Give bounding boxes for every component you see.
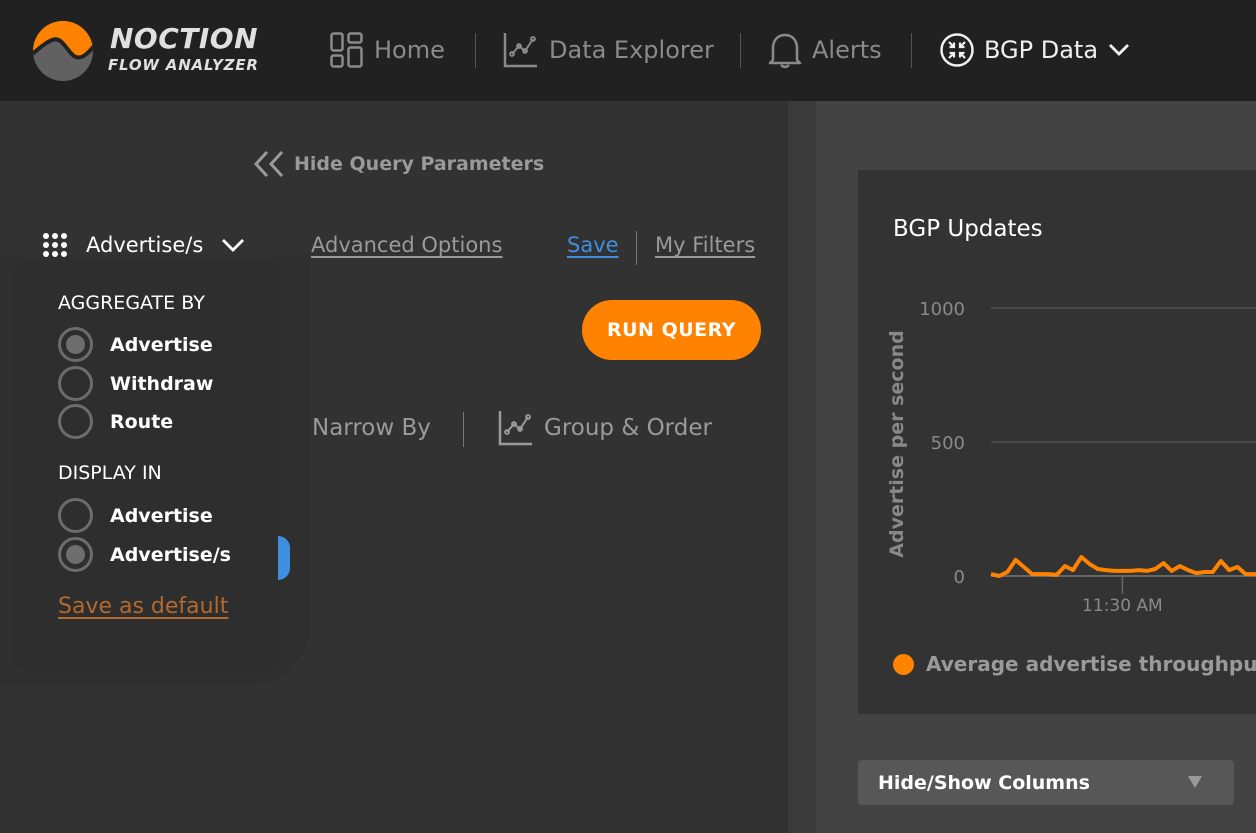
group-order-tab[interactable]: Group & Order	[498, 410, 712, 446]
chart-legend[interactable]: Average advertise throughput -	[893, 652, 1256, 676]
group-order-label: Group & Order	[544, 415, 712, 441]
hide-query-label: Hide Query Parameters	[294, 153, 545, 175]
hidden-blue-control[interactable]	[278, 536, 290, 580]
option-label: Advertise	[110, 333, 213, 356]
link-divider	[636, 231, 637, 265]
chevron-down-icon	[222, 239, 245, 252]
tab-divider	[463, 412, 464, 447]
hide-show-columns-dropdown[interactable]: Hide/Show Columns	[858, 760, 1234, 805]
aggregate-option-route[interactable]: Route	[58, 404, 173, 439]
advanced-options-link[interactable]: Advanced Options	[311, 233, 502, 257]
legend-swatch	[893, 653, 914, 675]
nav-alerts[interactable]: Alerts	[768, 28, 882, 72]
panel-edge	[788, 101, 816, 833]
line-chart-icon	[498, 411, 532, 446]
nav-divider	[475, 33, 476, 68]
legend-label: Average advertise throughput -	[926, 652, 1256, 676]
hide-show-columns-label: Hide/Show Columns	[878, 771, 1090, 794]
radio-unselected[interactable]	[58, 498, 93, 533]
brand-name: NOCTION	[110, 22, 259, 55]
bell-icon	[768, 33, 802, 69]
brand-product: FLOW ANALYZER	[108, 56, 259, 74]
aggregate-option-withdraw[interactable]: Withdraw	[58, 366, 213, 401]
radio-selected[interactable]	[58, 327, 93, 362]
noction-logo[interactable]: NOCTION FLOW ANALYZER	[32, 18, 262, 82]
nav-data-explorer[interactable]: Data Explorer	[503, 28, 714, 72]
aggregate-option-advertise[interactable]: Advertise	[58, 327, 213, 362]
logo-icon	[33, 21, 93, 81]
nav-bgp-data[interactable]: BGP Data	[940, 28, 1130, 72]
option-label: Advertise	[110, 504, 213, 527]
my-filters-link[interactable]: My Filters	[655, 233, 755, 257]
display-option-advertise-per-second[interactable]: Advertise/s	[58, 537, 231, 572]
radio-unselected[interactable]	[58, 366, 93, 401]
chevron-down-icon	[1109, 44, 1130, 56]
display-in-heading: DISPLAY IN	[58, 462, 162, 484]
y-axis-label: Advertise per second	[886, 330, 908, 557]
line-chart-icon	[503, 33, 537, 68]
series-line	[990, 555, 1256, 578]
hide-query-parameters-button[interactable]: Hide Query Parameters	[252, 150, 544, 178]
nav-alerts-label: Alerts	[812, 36, 882, 64]
x-tick-label: 11:30 AM	[1082, 596, 1163, 616]
metric-selector[interactable]: Advertise/s	[42, 232, 245, 258]
radio-selected[interactable]	[58, 537, 93, 572]
y-tick-label: 500	[931, 433, 965, 454]
option-label: Withdraw	[110, 372, 214, 395]
triangle-down-icon	[1188, 776, 1202, 788]
top-navigation-bar: NOCTION FLOW ANALYZER Home Data Explorer…	[0, 0, 1256, 101]
narrow-by-label: Narrow By	[312, 415, 431, 441]
bgp-arrows-icon	[940, 33, 974, 67]
nav-divider	[911, 33, 912, 68]
y-tick-label: 1000	[919, 299, 965, 320]
run-query-button[interactable]: RUN QUERY	[582, 300, 761, 360]
nav-home[interactable]: Home	[330, 28, 445, 72]
option-label: Route	[110, 410, 174, 433]
aggregate-by-heading: AGGREGATE BY	[58, 292, 205, 314]
dashboard-grid-icon	[330, 32, 363, 68]
radio-unselected[interactable]	[58, 404, 93, 439]
nav-divider	[740, 33, 741, 68]
option-label: Advertise/s	[110, 543, 231, 566]
dots-grid-icon	[43, 233, 67, 257]
nav-data-explorer-label: Data Explorer	[549, 36, 714, 64]
nav-home-label: Home	[374, 36, 445, 64]
y-tick-label: 0	[954, 567, 965, 588]
metric-selected-label: Advertise/s	[86, 233, 204, 257]
display-option-advertise[interactable]: Advertise	[58, 498, 213, 533]
bgp-updates-chart: Advertise per second 0 500 1000 11:30 AM	[886, 299, 1256, 616]
save-as-default-link[interactable]: Save as default	[58, 594, 228, 619]
nav-bgp-data-label: BGP Data	[984, 36, 1099, 64]
save-link[interactable]: Save	[567, 233, 619, 257]
card-title: BGP Updates	[893, 216, 1043, 242]
double-chevron-left-icon	[253, 150, 284, 178]
